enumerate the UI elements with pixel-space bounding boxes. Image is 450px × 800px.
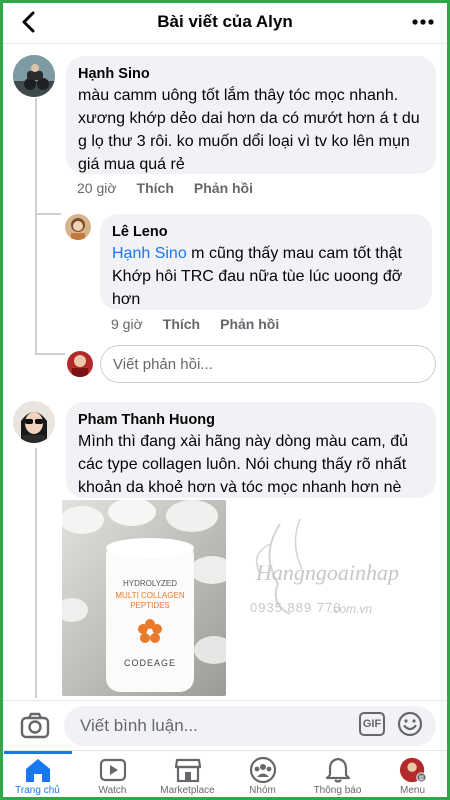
nav-label: Thông báo [313,785,362,796]
nav-label: Nhóm [249,785,276,796]
back-button[interactable] [14,8,42,36]
thread-line [35,448,37,698]
comment-photo[interactable]: HYDROLYZED MULTI COLLAGEN PEPTIDES CODEA… [62,500,226,696]
comment-input-placeholder: Viết bình luận... [80,716,198,735]
more-options-button[interactable] [410,10,436,34]
mention-link[interactable]: Hạnh Sino [112,245,187,262]
reply-time[interactable]: 9 giờ [111,316,143,332]
bell-icon [325,757,350,783]
nav-label: Marketplace [160,785,215,796]
product-label-main: MULTI COLLAGEN [115,591,184,600]
more-dots-icon [412,19,434,25]
like-button[interactable]: Thích [137,180,174,196]
comment-time[interactable]: 20 giờ [77,180,117,196]
avatar[interactable] [13,401,55,443]
watermark-text: Hangngoainhap [256,560,399,585]
nav-watch[interactable]: Watch [75,751,150,800]
avatar[interactable] [13,55,55,97]
groups-icon [249,757,276,783]
marketplace-icon [174,758,201,783]
nav-home[interactable]: Trang chủ [0,751,75,800]
reply-text-line1: m cũng thấy mau cam tốt thật [186,245,402,262]
comment-bubble: Pham Thanh Huong Mình thì đang xài hãng … [66,402,436,498]
comment-text: màu camm uông tốt lắm thây tóc mọc nhanh… [78,87,420,173]
chevron-left-icon [22,11,35,33]
bottom-navigation: Trang chủ Watch Marketplace Nhóm Thông b… [0,750,450,800]
reply-text-rest: Khớp hôi TRC đau nữa tùe lúc uoong đỡ hơ… [112,268,403,308]
nav-groups[interactable]: Nhóm [225,751,300,800]
comment-author[interactable]: Hạnh Sino [78,64,424,84]
reply-actions: 9 giờ Thích Phản hồi [111,316,279,332]
thread-line [35,98,37,355]
camera-icon [20,712,50,739]
home-icon [25,759,50,782]
nav-label: Menu [399,785,425,796]
nav-label: Trang chủ [15,785,60,796]
current-user-avatar [67,351,93,377]
smiley-icon [397,711,423,737]
reply-input[interactable]: Viết phản hồi... [100,345,436,383]
product-label-main-2: PEPTIDES [130,601,170,610]
nav-label: Watch [98,785,127,796]
watermark-phone: 0935 889 770 [250,600,342,615]
reply-author[interactable]: Lê Leno [112,222,420,242]
comment-bubble: Hạnh Sino màu camm uông tốt lắm thây tóc… [66,56,436,174]
top-bar: Bài viết của Alyn [0,0,450,44]
comment-actions: 20 giờ Thích Phản hồi [77,180,253,196]
product-brand: CODEAGE [124,658,176,668]
reply-input-placeholder: Viết phản hồi... [113,355,213,373]
menu-avatar-icon [399,757,427,783]
watermark-domain: .com.vn [330,602,373,616]
nav-notifications[interactable]: Thông báo [300,751,375,800]
reply-text: Hạnh Sino m cũng thấy mau cam tốt thật K… [112,242,420,311]
reply-bubble: Lê Leno Hạnh Sino m cũng thấy mau cam tố… [100,214,432,310]
nav-marketplace[interactable]: Marketplace [150,751,225,800]
thread-line [35,213,61,215]
thread-line [35,353,65,355]
like-button[interactable]: Thích [163,316,200,332]
emoji-button[interactable] [397,711,423,737]
watch-icon [99,758,126,782]
nav-menu[interactable]: Menu [375,751,450,800]
comment-author[interactable]: Pham Thanh Huong [78,410,424,430]
reply-button[interactable]: Phản hồi [194,180,253,196]
comment-text: Mình thì đang xài hãng này dòng màu cam,… [78,433,408,496]
page-title: Bài viết của Alyn [157,11,293,31]
reply-button[interactable]: Phản hồi [220,316,279,332]
camera-button[interactable] [20,712,50,740]
avatar[interactable] [65,214,91,240]
gif-button[interactable]: GIF [359,712,385,736]
product-label-top: HYDROLYZED [123,579,177,588]
